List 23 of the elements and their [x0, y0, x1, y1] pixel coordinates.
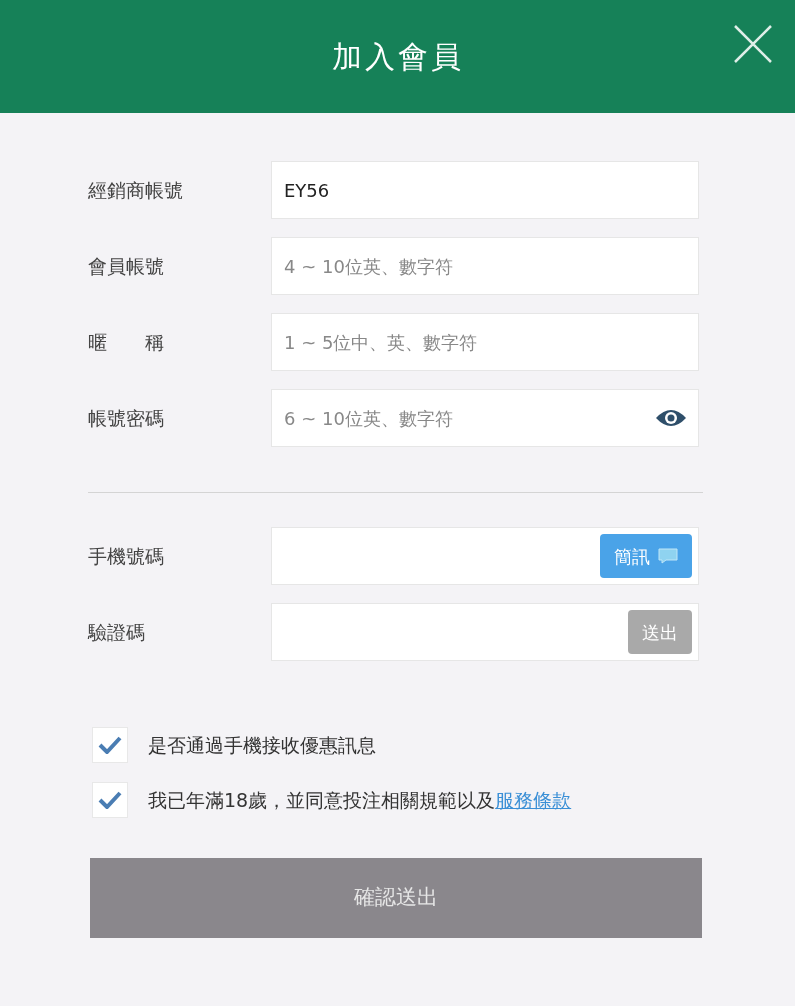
checkbox-label: 我已年滿18歲，並同意投注相關規範以及服務條款: [148, 787, 572, 813]
field-label: 經銷商帳號: [88, 177, 184, 203]
input-field[interactable]: 1 ~ 5位中、英、數字符: [271, 313, 699, 371]
dialog-title: 加入會員: [331, 38, 464, 76]
terms-link[interactable]: 服務條款: [495, 788, 572, 811]
chat-bubble-icon: [658, 548, 678, 564]
eye-icon[interactable]: [655, 408, 687, 428]
field-label: 驗證碼: [88, 619, 146, 645]
checkbox[interactable]: [92, 782, 128, 818]
field-label: 暱 稱: [88, 329, 165, 355]
checkmark-icon: [98, 736, 122, 754]
field-label: 手機號碼: [88, 543, 165, 569]
sms-button[interactable]: 簡訊: [600, 534, 692, 578]
password-field[interactable]: 6 ~ 10位英、數字符: [271, 389, 699, 447]
checkbox-label: 是否通過手機接收優惠訊息: [148, 732, 376, 758]
field-label: 會員帳號: [88, 253, 165, 279]
checkmark-icon: [98, 791, 122, 809]
input-field[interactable]: 簡訊: [271, 527, 699, 585]
input-field[interactable]: 4 ~ 10位英、數字符: [271, 237, 699, 295]
checkbox[interactable]: [92, 727, 128, 763]
close-icon[interactable]: [733, 24, 773, 64]
field-label: 帳號密碼: [88, 405, 165, 431]
input-field[interactable]: EY56: [271, 161, 699, 219]
